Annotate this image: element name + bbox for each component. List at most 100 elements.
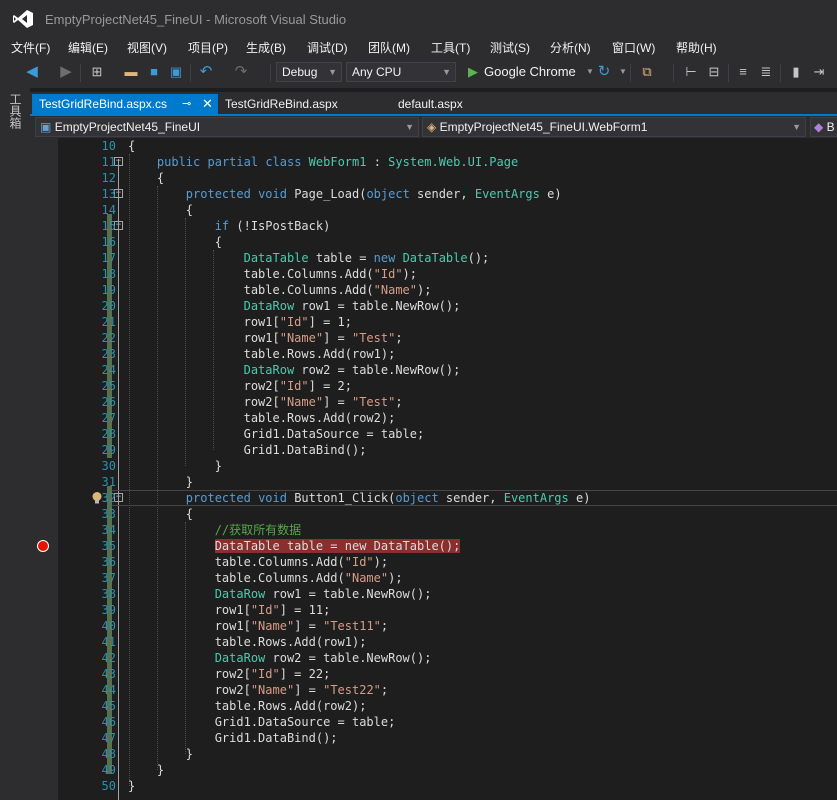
menu-project[interactable]: 项目(P) bbox=[188, 39, 228, 56]
code-line[interactable]: 43 row2["Id"] = 22; bbox=[30, 666, 837, 682]
code-line[interactable]: 14 { bbox=[30, 202, 837, 218]
code-line[interactable]: 44 row2["Name"] = "Test22"; bbox=[30, 682, 837, 698]
uncomment-icon[interactable]: ≣ bbox=[758, 64, 774, 80]
line-number: 30 bbox=[101, 459, 116, 473]
code-line[interactable]: 50} bbox=[30, 778, 837, 794]
next-bookmark-icon[interactable]: ⇥ bbox=[811, 64, 827, 80]
code-line[interactable]: 46 Grid1.DataSource = table; bbox=[30, 714, 837, 730]
solution-configuration-select[interactable]: Debug ▼ bbox=[276, 62, 342, 82]
code-line[interactable]: 12 { bbox=[30, 170, 837, 186]
project-dropdown[interactable]: ▣ EmptyProjectNet45_FineUI ▼ bbox=[35, 117, 419, 137]
code-line[interactable]: 30 } bbox=[30, 458, 837, 474]
menu-window[interactable]: 窗口(W) bbox=[612, 39, 655, 56]
menu-debug[interactable]: 调试(D) bbox=[307, 39, 348, 56]
format-icon[interactable]: ⊢ bbox=[683, 64, 699, 80]
code-line[interactable]: 22 row1["Name"] = "Test"; bbox=[30, 330, 837, 346]
code-line[interactable]: 17 DataTable table = new DataTable(); bbox=[30, 250, 837, 266]
line-number: 35 bbox=[101, 539, 116, 553]
code-line[interactable]: 24 DataRow row2 = table.NewRow(); bbox=[30, 362, 837, 378]
code-line[interactable]: 42 DataRow row2 = table.NewRow(); bbox=[30, 650, 837, 666]
undo-icon[interactable]: ↶ bbox=[198, 64, 214, 80]
code-line[interactable]: 32 protected void Button1_Click(object s… bbox=[30, 490, 837, 506]
code-line[interactable]: 34 //获取所有数据 bbox=[30, 522, 837, 538]
line-number: 33 bbox=[101, 507, 116, 521]
code-line[interactable]: 28 Grid1.DataSource = table; bbox=[30, 426, 837, 442]
code-line[interactable]: 45 table.Rows.Add(row2); bbox=[30, 698, 837, 714]
code-line[interactable]: 15 if (!IsPostBack) bbox=[30, 218, 837, 234]
chevron-down-icon[interactable]: ▼ bbox=[615, 64, 631, 80]
toolbar-separator bbox=[673, 64, 674, 82]
menu-file[interactable]: 文件(F) bbox=[11, 39, 50, 56]
code-line[interactable]: 26 row2["Name"] = "Test"; bbox=[30, 394, 837, 410]
menu-help[interactable]: 帮助(H) bbox=[676, 39, 717, 56]
solution-platform-select[interactable]: Any CPU ▼ bbox=[346, 62, 456, 82]
code-line[interactable]: 36 table.Columns.Add("Id"); bbox=[30, 554, 837, 570]
outline-icon[interactable]: ⊟ bbox=[706, 64, 722, 80]
type-dropdown[interactable]: ◈ EmptyProjectNet45_FineUI.WebForm1 ▼ bbox=[422, 117, 806, 137]
code-line[interactable]: 41 table.Rows.Add(row1); bbox=[30, 634, 837, 650]
code-line[interactable]: 47 Grid1.DataBind(); bbox=[30, 730, 837, 746]
pin-icon[interactable]: ⊸ bbox=[182, 94, 191, 114]
tab-testgridrebind-aspx-cs[interactable]: TestGridReBind.aspx.cs ⊸ ✕ bbox=[32, 94, 218, 114]
code-line[interactable]: 13 protected void Page_Load(object sende… bbox=[30, 186, 837, 202]
menu-analyze[interactable]: 分析(N) bbox=[550, 39, 591, 56]
new-project-icon[interactable]: ⊞ bbox=[89, 64, 105, 80]
browser-link-icon[interactable]: ⧉ bbox=[639, 64, 655, 80]
forward-icon[interactable]: ▶ bbox=[58, 64, 74, 80]
menu-team[interactable]: 团队(M) bbox=[368, 39, 410, 56]
window-title: EmptyProjectNet45_FineUI - Microsoft Vis… bbox=[45, 12, 347, 27]
code-line[interactable]: 38 DataRow row1 = table.NewRow(); bbox=[30, 586, 837, 602]
csharp-project-icon: ▣ bbox=[40, 120, 52, 134]
code-line[interactable]: 31 } bbox=[30, 474, 837, 490]
code-line[interactable]: 29 Grid1.DataBind(); bbox=[30, 442, 837, 458]
code-line[interactable]: 19 table.Columns.Add("Name"); bbox=[30, 282, 837, 298]
line-number: 25 bbox=[101, 379, 116, 393]
save-all-icon[interactable]: ▣ bbox=[168, 64, 184, 80]
lightbulb-icon[interactable] bbox=[90, 491, 104, 505]
code-line[interactable]: 10 { bbox=[30, 138, 837, 154]
code-line[interactable]: 21 row1["Id"] = 1; bbox=[30, 314, 837, 330]
code-line[interactable]: 49 } bbox=[30, 762, 837, 778]
menu-tools[interactable]: 工具(T) bbox=[431, 39, 470, 56]
code-line[interactable]: 18 table.Columns.Add("Id"); bbox=[30, 266, 837, 282]
menu-view[interactable]: 视图(V) bbox=[127, 39, 167, 56]
code-line[interactable]: 16 { bbox=[30, 234, 837, 250]
menu-build[interactable]: 生成(B) bbox=[246, 39, 286, 56]
redo-icon[interactable]: ↷ bbox=[233, 64, 249, 80]
code-line[interactable]: 25 row2["Id"] = 2; bbox=[30, 378, 837, 394]
code-line[interactable]: 20 DataRow row1 = table.NewRow(); bbox=[30, 298, 837, 314]
menu-test[interactable]: 测试(S) bbox=[490, 39, 530, 56]
tab-default-aspx[interactable]: default.aspx bbox=[391, 94, 511, 114]
save-icon[interactable]: ■ bbox=[146, 64, 162, 80]
run-target-button[interactable]: Google Chrome bbox=[484, 64, 576, 79]
code-line[interactable]: 11 public partial class WebForm1 : Syste… bbox=[30, 154, 837, 170]
back-icon[interactable]: ◀ bbox=[24, 64, 40, 80]
code-text: { bbox=[128, 203, 194, 217]
breakpoint-icon[interactable] bbox=[37, 540, 49, 552]
tab-testgridrebind-aspx[interactable]: TestGridReBind.aspx bbox=[218, 94, 378, 114]
menu-edit[interactable]: 编辑(E) bbox=[68, 39, 108, 56]
bookmark-icon[interactable]: ▮ bbox=[788, 64, 804, 80]
toolbox-tab[interactable]: 工具箱 bbox=[7, 93, 24, 129]
open-icon[interactable]: ▬ bbox=[123, 64, 139, 80]
refresh-icon[interactable]: ↻ bbox=[596, 64, 612, 80]
start-icon[interactable]: ▶ bbox=[465, 64, 481, 80]
code-line[interactable]: 27 table.Rows.Add(row2); bbox=[30, 410, 837, 426]
code-line[interactable]: 35 DataTable table = new DataTable(); bbox=[30, 538, 837, 554]
close-icon[interactable]: ✕ bbox=[202, 94, 213, 114]
document-tab-row: TestGridReBind.aspx.cs ⊸ ✕ TestGridReBin… bbox=[30, 92, 837, 116]
comment-icon[interactable]: ≡ bbox=[735, 64, 751, 80]
code-line[interactable]: 39 row1["Id"] = 11; bbox=[30, 602, 837, 618]
code-text: protected void Page_Load(object sender, … bbox=[185, 187, 562, 201]
code-editor[interactable]: − − − − 10{11 public partial class WebFo… bbox=[30, 138, 837, 800]
code-line[interactable]: 48 } bbox=[30, 746, 837, 762]
line-number: 14 bbox=[101, 203, 116, 217]
code-text: Grid1.DataBind(); bbox=[128, 443, 367, 457]
code-line[interactable]: 40 row1["Name"] = "Test11"; bbox=[30, 618, 837, 634]
member-dropdown[interactable]: ◆ B bbox=[810, 117, 837, 137]
code-line[interactable]: 23 table.Rows.Add(row1); bbox=[30, 346, 837, 362]
title-bar: EmptyProjectNet45_FineUI - Microsoft Vis… bbox=[0, 0, 837, 38]
member-name: B bbox=[826, 120, 835, 134]
code-line[interactable]: 33 { bbox=[30, 506, 837, 522]
code-line[interactable]: 37 table.Columns.Add("Name"); bbox=[30, 570, 837, 586]
